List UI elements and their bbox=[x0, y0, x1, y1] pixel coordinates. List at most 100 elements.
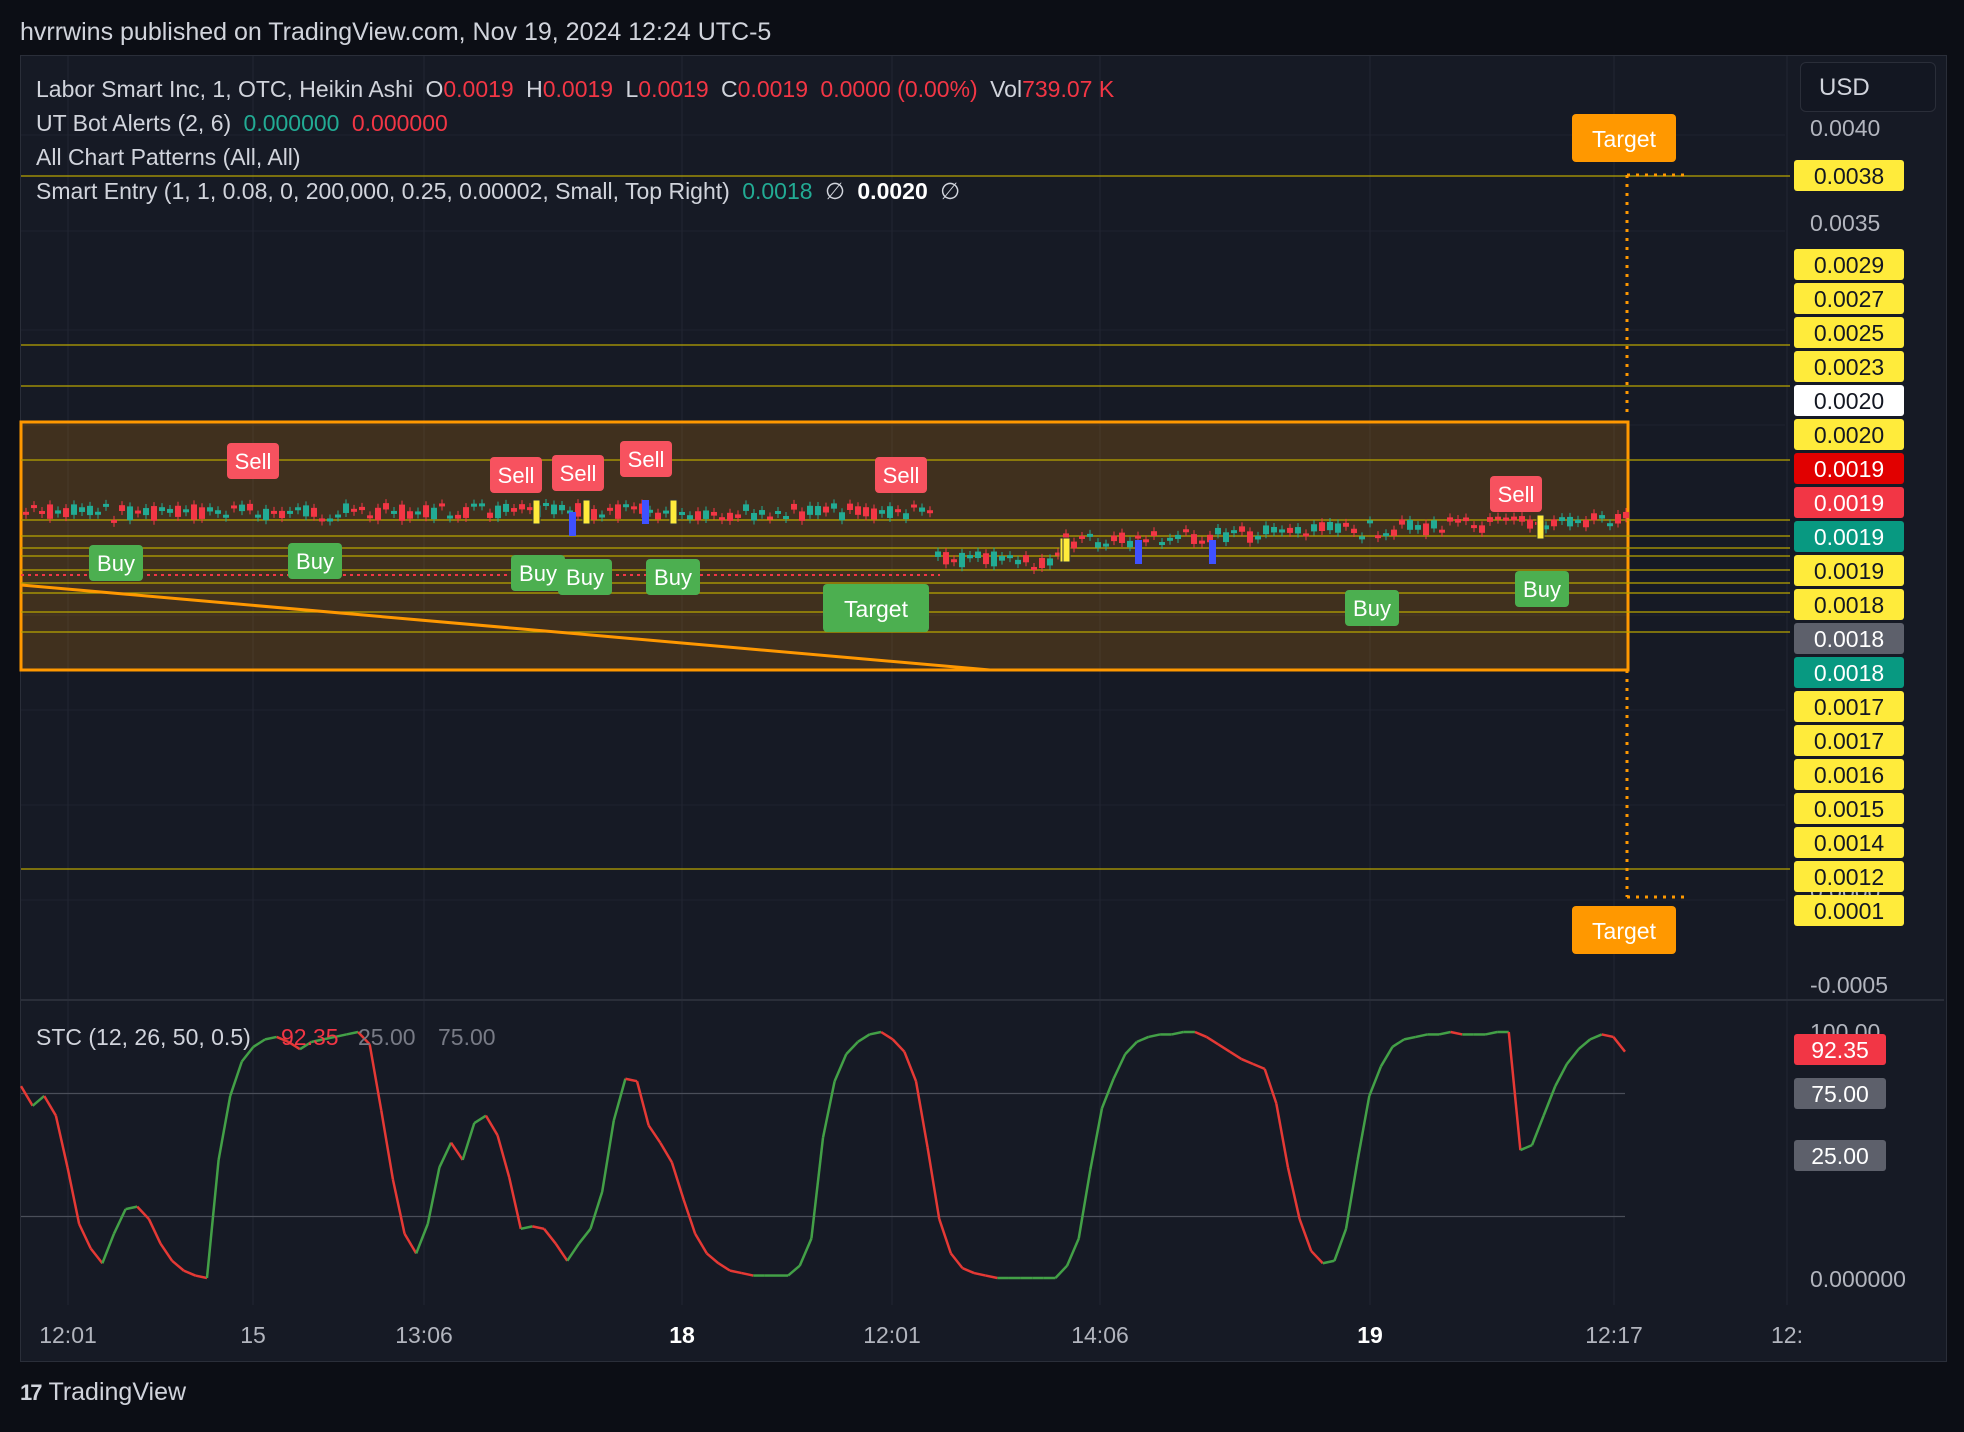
ut-bot-value-1: 0.000000 bbox=[243, 110, 340, 136]
candle-body-84 bbox=[695, 511, 701, 521]
candle-body-152 bbox=[1239, 526, 1245, 532]
blue-candle-1 bbox=[642, 500, 649, 524]
currency-selector[interactable]: USD bbox=[1800, 62, 1936, 112]
stc-segment-53 bbox=[625, 1077, 638, 1083]
stc-segment-2 bbox=[31, 1095, 46, 1107]
time-axis-tick-6: 19 bbox=[1357, 1322, 1383, 1348]
stc-segment-98 bbox=[1148, 1033, 1161, 1039]
candle-body-19 bbox=[175, 505, 181, 517]
candle-body-180 bbox=[1463, 517, 1469, 522]
patterns-legend[interactable]: All Chart Patterns (All, All) bbox=[36, 144, 307, 171]
candle-body-128 bbox=[1047, 558, 1053, 566]
candle-body-122 bbox=[999, 556, 1005, 561]
candle-body-193 bbox=[1567, 516, 1573, 527]
stc-segment-133 bbox=[1554, 1063, 1568, 1087]
candle-body-55 bbox=[463, 507, 469, 518]
stc-segment-109 bbox=[1275, 1103, 1290, 1168]
candle-body-173 bbox=[1407, 519, 1413, 530]
buy-signal-label-6: Buy bbox=[1523, 577, 1561, 602]
candle-body-79 bbox=[655, 512, 661, 520]
sell-signal-label-3: Sell bbox=[628, 447, 665, 472]
stc-segment-21 bbox=[252, 1038, 266, 1048]
candle-body-4 bbox=[55, 510, 61, 514]
price-label-text-19: 0.0012 bbox=[1814, 864, 1884, 890]
price-label-text-1: 0.0029 bbox=[1814, 252, 1884, 278]
candle-body-29 bbox=[255, 514, 261, 518]
volume-label: Vol bbox=[990, 76, 1023, 102]
stc-segment-59 bbox=[694, 1233, 708, 1255]
candle-body-176 bbox=[1431, 520, 1437, 529]
candle-body-143 bbox=[1167, 537, 1173, 541]
candle-body-116 bbox=[951, 559, 957, 563]
candle-body-94 bbox=[775, 510, 781, 514]
price-label-text-7: 0.0019 bbox=[1814, 456, 1884, 482]
candle-body-154 bbox=[1255, 535, 1261, 540]
blue-candle-3 bbox=[1209, 540, 1216, 564]
candle-body-45 bbox=[383, 503, 389, 510]
candle-body-118 bbox=[967, 555, 973, 559]
stc-segment-50 bbox=[589, 1191, 604, 1230]
candle-body-41 bbox=[351, 508, 357, 512]
price-label-text-12: 0.0018 bbox=[1814, 626, 1884, 652]
stc-segment-106 bbox=[1240, 1057, 1254, 1066]
candle-body-3 bbox=[47, 504, 53, 519]
ut-bot-legend[interactable]: UT Bot Alerts (2, 6) 0.000000 0.000000 bbox=[36, 110, 454, 137]
smart-entry-legend[interactable]: Smart Entry (1, 1, 0.08, 0, 200,000, 0.2… bbox=[36, 178, 966, 205]
candle-body-102 bbox=[839, 512, 845, 521]
target-label-text-1: Target bbox=[1592, 918, 1657, 944]
candle-body-187 bbox=[1519, 516, 1525, 522]
candle-body-134 bbox=[1095, 542, 1101, 548]
candle-body-197 bbox=[1599, 515, 1605, 519]
buy-signal-label-2: Buy bbox=[519, 561, 557, 586]
price-label-text-15: 0.0017 bbox=[1814, 728, 1884, 754]
close-label: C bbox=[721, 76, 738, 102]
smart-entry-title: Smart Entry (1, 1, 0.08, 0, 200,000, 0.2… bbox=[36, 178, 730, 204]
symbol-legend[interactable]: Labor Smart Inc, 1, OTC, Heikin Ashi O0.… bbox=[36, 76, 1120, 103]
candle-body-89 bbox=[735, 514, 741, 518]
ut-bot-value-2: 0.000000 bbox=[351, 110, 448, 136]
time-axis-tick-5: 14:06 bbox=[1071, 1322, 1129, 1348]
stc-segment-35 bbox=[415, 1223, 429, 1254]
candle-body-42 bbox=[359, 506, 365, 511]
stc-level-text-1: 25.00 bbox=[1811, 1143, 1869, 1169]
candle-body-156 bbox=[1271, 526, 1277, 533]
candle-body-83 bbox=[687, 515, 693, 520]
smart-entry-symbol-2: ∅ bbox=[940, 178, 961, 204]
candle-body-167 bbox=[1359, 536, 1365, 540]
candle-body-159 bbox=[1295, 527, 1301, 534]
candle-body-6 bbox=[71, 504, 77, 515]
stc-segment-22 bbox=[264, 1035, 277, 1041]
sell-signal-label-1: Sell bbox=[498, 463, 535, 488]
candle-body-179 bbox=[1455, 518, 1461, 523]
stc-segment-103 bbox=[1205, 1035, 1219, 1046]
stc-segment-137 bbox=[1601, 1033, 1614, 1039]
stc-segment-15 bbox=[183, 1269, 196, 1277]
stc-last-value-text: 92.35 bbox=[1811, 1037, 1869, 1063]
candle-body-111 bbox=[911, 504, 917, 508]
candle-body-8 bbox=[87, 505, 93, 516]
candle-body-32 bbox=[279, 510, 285, 519]
candle-body-56 bbox=[471, 503, 477, 507]
buy-signal-label-0: Buy bbox=[97, 551, 135, 576]
stc-segment-92 bbox=[1077, 1169, 1092, 1239]
footer-branding: 17 TradingView bbox=[20, 1378, 186, 1407]
candle-body-195 bbox=[1583, 519, 1589, 528]
candle-body-141 bbox=[1151, 531, 1157, 536]
candle-body-177 bbox=[1439, 529, 1445, 533]
candle-body-200 bbox=[1623, 511, 1629, 519]
candle-body-82 bbox=[679, 511, 685, 515]
stc-segment-10 bbox=[125, 1205, 138, 1211]
candle-body-50 bbox=[423, 505, 429, 518]
chart-canvas[interactable]: Sell Sell Sell Sell Sell Sell Buy Buy Buy Buy Buy B… bbox=[0, 0, 1964, 1432]
stc-segment-130 bbox=[1519, 1144, 1533, 1152]
candle-body-123 bbox=[1007, 555, 1013, 559]
price-label-text-20: 0.0001 bbox=[1814, 898, 1884, 924]
candle-body-58 bbox=[487, 512, 493, 518]
price-label-text-11: 0.0018 bbox=[1814, 592, 1884, 618]
candle-body-135 bbox=[1103, 543, 1109, 547]
candle-body-71 bbox=[591, 509, 597, 520]
stc-segment-121 bbox=[1415, 1033, 1428, 1039]
candle-body-67 bbox=[559, 504, 565, 511]
candle-body-98 bbox=[807, 505, 813, 515]
candle-body-53 bbox=[447, 515, 453, 519]
